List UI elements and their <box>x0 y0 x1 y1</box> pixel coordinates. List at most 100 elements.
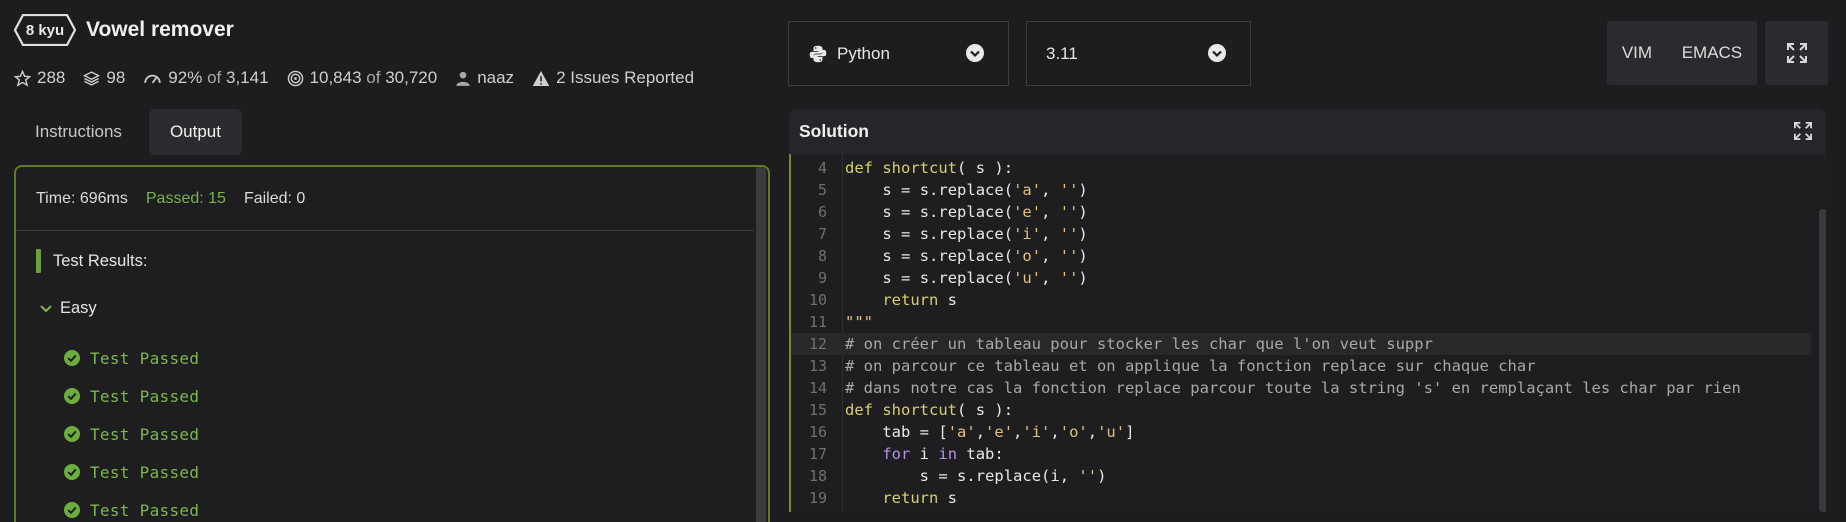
code-line[interactable]: 6 s = s.replace('e', '') <box>791 201 1811 223</box>
code-lines[interactable]: 4 def shortcut( s ): 5 s = s.replace('a', … <box>791 157 1811 509</box>
code-line[interactable]: 4 def shortcut( s ): <box>791 157 1811 179</box>
code-text: # on créer un tableau pour stocker les c… <box>845 335 1433 353</box>
list-item: Test Passed <box>64 491 199 522</box>
tab-instructions[interactable]: Instructions <box>14 109 143 155</box>
emacs-mode-button[interactable]: EMACS <box>1682 43 1742 63</box>
gauge-icon <box>144 74 161 83</box>
check-circle-icon <box>64 464 80 480</box>
code-line[interactable]: 12 # on créer un tableau pour stocker les… <box>791 333 1811 355</box>
solution-header: Solution <box>789 109 1826 154</box>
kata-title[interactable]: Vowel remover <box>86 18 234 42</box>
line-number: 13 <box>808 357 827 375</box>
code-editor[interactable]: 4 def shortcut( s ): 5 s = s.replace('a', … <box>789 154 1826 512</box>
test-summary: Time: 696ms Passed: 15 Failed: 0 <box>16 167 754 231</box>
left-tabs: Instructions Output <box>14 109 242 155</box>
user-icon <box>456 71 470 86</box>
code-line[interactable]: 5 s = s.replace('a', '') <box>791 179 1811 201</box>
code-text: s = s.replace('e', '') <box>882 203 1088 221</box>
code-text: s = s.replace('i', '') <box>882 225 1088 243</box>
line-number: 5 <box>817 181 827 199</box>
check-circle-icon <box>64 388 80 404</box>
code-text: # on parcour ce tableau et on applique l… <box>845 357 1536 375</box>
version-value: 3.11 <box>1046 43 1078 63</box>
stars-stat[interactable]: 288 <box>14 68 65 88</box>
version-select[interactable]: 3.11 <box>1026 21 1251 86</box>
passed-count: Passed: 15 <box>145 189 226 207</box>
language-value: Python <box>837 43 890 63</box>
code-line[interactable]: 18 s = s.replace(i, '') <box>791 465 1811 487</box>
star-icon <box>14 69 31 87</box>
code-text: return s <box>882 489 958 507</box>
code-text: s = s.replace('u', '') <box>882 269 1088 287</box>
fullscreen-button[interactable] <box>1765 21 1828 85</box>
list-item: Test Passed <box>64 415 199 453</box>
line-number: 16 <box>808 423 827 441</box>
kata-stats: 288 98 92% of 3,141 10,843 of 30,720 naa… <box>14 68 712 88</box>
chevron-down-icon <box>40 304 52 312</box>
collections-stat[interactable]: 98 <box>83 68 125 88</box>
test-group-easy[interactable]: Easy <box>40 299 97 318</box>
line-number: 10 <box>808 291 827 309</box>
python-icon <box>809 45 827 62</box>
line-number: 18 <box>808 467 827 485</box>
code-line[interactable]: 14 # dans notre cas la fonction replace p… <box>791 377 1811 399</box>
editor-scrollbar-thumb[interactable] <box>1819 209 1826 512</box>
code-line[interactable]: 8 s = s.replace('o', '') <box>791 245 1811 267</box>
code-text: """ <box>845 313 873 331</box>
code-line[interactable]: 16 tab = ['a','e','i','o','u'] <box>791 421 1811 443</box>
code-line[interactable]: 7 s = s.replace('i', '') <box>791 223 1811 245</box>
test-list: Test Passed Test Passed Test Passed Test… <box>64 339 199 522</box>
vim-mode-button[interactable]: VIM <box>1622 43 1652 63</box>
output-scrollbar-thumb[interactable] <box>756 167 766 522</box>
warning-icon <box>532 70 550 86</box>
code-line[interactable]: 9 s = s.replace('u', '') <box>791 267 1811 289</box>
tab-output[interactable]: Output <box>148 109 242 155</box>
check-circle-icon <box>64 502 80 518</box>
code-text: s = s.replace('a', '') <box>882 181 1088 199</box>
layers-icon <box>83 70 101 86</box>
kata-header: 8 kyu Vowel remover <box>14 14 234 46</box>
check-circle-icon <box>64 350 80 366</box>
line-number: 7 <box>817 225 827 243</box>
code-text: def shortcut( s ): <box>845 159 1014 177</box>
line-number: 19 <box>808 489 827 507</box>
line-number: 8 <box>817 247 827 265</box>
author-stat[interactable]: naaz <box>455 68 514 88</box>
output-panel: Time: 696ms Passed: 15 Failed: 0 Test Re… <box>14 165 770 522</box>
line-number: 15 <box>808 401 827 419</box>
code-text: s = s.replace('o', '') <box>882 247 1088 265</box>
line-number: 11 <box>808 313 827 331</box>
code-text: # dans notre cas la fonction replace par… <box>845 379 1741 397</box>
solution-title: Solution <box>799 121 869 141</box>
list-item: Test Passed <box>64 377 199 415</box>
time-label: Time: 696ms <box>36 189 128 207</box>
language-select[interactable]: Python <box>788 21 1009 86</box>
code-line[interactable]: 17 for i in tab: <box>791 443 1811 465</box>
editor-mode-group: VIM EMACS <box>1607 21 1757 85</box>
code-line[interactable]: 11 """ <box>791 311 1811 333</box>
code-text: def shortcut( s ): <box>845 401 1014 419</box>
rank-badge: 8 kyu <box>14 14 76 46</box>
line-number: 17 <box>808 445 827 463</box>
list-item: Test Passed <box>64 453 199 491</box>
line-number: 6 <box>817 203 827 221</box>
results-title: Test Results: <box>36 249 147 273</box>
code-line[interactable]: 19 return s <box>791 487 1811 509</box>
chevron-down-circle-icon <box>1208 44 1226 62</box>
list-item: Test Passed <box>64 339 199 377</box>
chevron-down-circle-icon <box>966 44 984 62</box>
line-number: 9 <box>817 269 827 287</box>
code-line[interactable]: 15 def shortcut( s ): <box>791 399 1811 421</box>
code-line[interactable]: 13 # on parcour ce tableau et on applique… <box>791 355 1811 377</box>
line-number: 12 <box>808 335 827 353</box>
expand-icon[interactable] <box>1794 122 1812 140</box>
completions-stat: 10,843 of 30,720 <box>287 68 437 88</box>
code-text: tab = ['a','e','i','o','u'] <box>882 423 1135 441</box>
line-number: 4 <box>817 159 827 177</box>
satisfaction-stat: 92% of 3,141 <box>143 68 269 88</box>
code-text: for i in tab: <box>882 445 1004 463</box>
rank-label: 8 kyu <box>25 21 65 39</box>
code-line[interactable]: 10 return s <box>791 289 1811 311</box>
issues-stat[interactable]: 2 Issues Reported <box>532 68 694 88</box>
code-text: return s <box>882 291 958 309</box>
